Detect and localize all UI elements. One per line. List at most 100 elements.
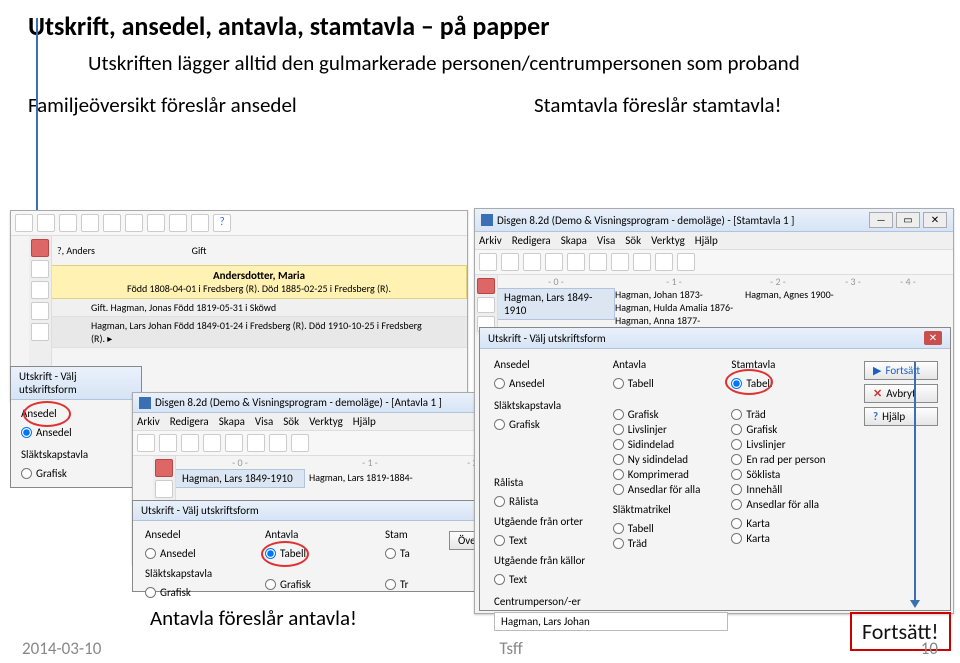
radio-trad[interactable]: Träd	[731, 408, 860, 421]
menu-visa[interactable]: Visa	[597, 234, 615, 247]
menu-verktyg[interactable]: Verktyg	[651, 234, 685, 247]
toolbar-icon[interactable]	[59, 214, 77, 232]
fortsatt-button[interactable]: ▶Fortsätt	[864, 361, 938, 380]
stamtavla-person[interactable]: Hagman, Hulda Amalia 1876-	[615, 301, 745, 314]
radio-ansedel[interactable]: Ansedel	[145, 547, 265, 560]
stamtavla-person[interactable]: Hagman, Lars 1849-1910	[497, 288, 615, 320]
minimize-button[interactable]: —	[869, 212, 893, 228]
radio-sidindelad[interactable]: Sidindelad	[613, 438, 732, 451]
radio-karta[interactable]: Karta	[731, 532, 860, 545]
proband-highlight[interactable]: Andersdotter, Maria Född 1808-04-01 i Fr…	[51, 265, 467, 299]
radio-trad[interactable]: Träd	[613, 537, 732, 550]
antavla-person[interactable]: Hagman, Lars 1819-1884-	[305, 469, 435, 486]
radio-text[interactable]: Text	[494, 534, 613, 547]
hjalp-button[interactable]: ?Hjälp	[864, 407, 938, 426]
menu-skapa[interactable]: Skapa	[561, 234, 587, 247]
toolbar-icon[interactable]	[225, 434, 243, 452]
antavla-person[interactable]: Hagman, Lars 1849-1910	[175, 469, 305, 488]
close-button[interactable]: ✕	[923, 212, 947, 228]
toolbar-icon[interactable]	[567, 253, 585, 271]
toolbar-icon[interactable]	[81, 214, 99, 232]
close-icon[interactable]	[31, 239, 49, 257]
dialog-close-button[interactable]: ✕	[924, 331, 942, 345]
toolbar-icon[interactable]	[633, 253, 651, 271]
menubar[interactable]: Arkiv Redigera Skapa Visa Sök Verktyg Hjälp	[475, 232, 953, 250]
radio-grafisk[interactable]: Grafisk	[731, 423, 860, 436]
radio-grafisk[interactable]: Grafisk	[494, 418, 613, 431]
radio-grafisk[interactable]: Grafisk	[145, 586, 265, 599]
menu-arkiv[interactable]: Arkiv	[479, 234, 502, 247]
menu-redigera[interactable]: Redigera	[170, 415, 209, 428]
radio-ansedel[interactable]: Ansedel	[21, 426, 131, 439]
radio-ansedlar-alla[interactable]: Ansedlar för alla	[731, 498, 860, 511]
menu-sok[interactable]: Sök	[625, 234, 641, 247]
toolbar-icon[interactable]	[137, 434, 155, 452]
radio-livslinjer[interactable]: Livslinjer	[731, 438, 860, 451]
radio-tabell[interactable]: Tabell	[731, 377, 860, 390]
toolbar-icon[interactable]	[169, 214, 187, 232]
toolbar-icon[interactable]	[191, 214, 209, 232]
radio-tabell[interactable]: Tabell	[613, 377, 732, 390]
radio-tabell[interactable]: Tabell	[613, 522, 732, 535]
toolbar-icon[interactable]	[125, 214, 143, 232]
toolbar-icon[interactable]	[181, 434, 199, 452]
tool-icon[interactable]	[31, 323, 49, 341]
radio-grafisk[interactable]: Grafisk	[265, 578, 385, 591]
radio-ansedlar-alla[interactable]: Ansedlar för alla	[613, 483, 732, 496]
avbryt-button[interactable]: ✕Avbryt	[864, 384, 938, 403]
radio-livslinjer[interactable]: Livslinjer	[613, 423, 732, 436]
toolbar-icon[interactable]	[291, 434, 309, 452]
toolbar-icon[interactable]	[247, 434, 265, 452]
tool-icon[interactable]	[155, 480, 173, 498]
toolbar-icon[interactable]	[103, 214, 121, 232]
toolbar-icon[interactable]	[147, 214, 165, 232]
menu-verktyg[interactable]: Verktyg	[309, 415, 343, 428]
tool-icon[interactable]	[477, 297, 495, 313]
menu-hjalp[interactable]: Hjälp	[695, 234, 718, 247]
toolbar-icon[interactable]	[523, 253, 541, 271]
stamtavla-person[interactable]: Hagman, Johan 1873-	[615, 288, 745, 301]
radio-soklista[interactable]: Söklista	[731, 468, 860, 481]
toolbar-icon[interactable]	[677, 253, 695, 271]
toolbar-icon[interactable]	[37, 214, 55, 232]
close-icon[interactable]	[155, 459, 173, 477]
stamtavla-person[interactable]: Hagman, Agnes 1900-	[745, 288, 855, 301]
radio-ta[interactable]: Ta	[385, 547, 445, 560]
toolbar-icon[interactable]	[159, 434, 177, 452]
toolbar-icon[interactable]	[501, 253, 519, 271]
radio-karta[interactable]: Karta	[731, 517, 860, 530]
radio-komprimerad[interactable]: Komprimerad	[613, 468, 732, 481]
radio-grafisk[interactable]: Grafisk	[613, 408, 732, 421]
tool-icon[interactable]	[31, 260, 49, 278]
help-icon[interactable]: ?	[213, 214, 231, 232]
toolbar-icon[interactable]	[269, 434, 287, 452]
menu-hjalp[interactable]: Hjälp	[353, 415, 376, 428]
radio-innehall[interactable]: Innehåll	[731, 483, 860, 496]
toolbar-icon[interactable]	[655, 253, 673, 271]
stamtavla-person[interactable]: Hagman, Anna 1877-	[615, 314, 745, 327]
menu-redigera[interactable]: Redigera	[512, 234, 551, 247]
radio-text[interactable]: Text	[494, 573, 613, 586]
maximize-button[interactable]: ▭	[896, 212, 920, 228]
toolbar-icon[interactable]	[545, 253, 563, 271]
radio-tabell[interactable]: Tabell	[265, 547, 385, 560]
menu-skapa[interactable]: Skapa	[219, 415, 245, 428]
close-icon[interactable]	[477, 278, 495, 294]
person-father[interactable]: ?, Anders	[57, 244, 192, 257]
radio-ralista[interactable]: Rålista	[494, 495, 613, 508]
radio-tr[interactable]: Tr	[385, 578, 445, 591]
menu-arkiv[interactable]: Arkiv	[137, 415, 160, 428]
family-row[interactable]: Gift. Hagman, Jonas Född 1819-05-31 i Sk…	[51, 299, 467, 317]
menu-visa[interactable]: Visa	[255, 415, 273, 428]
radio-ny-sidindelad[interactable]: Ny sidindelad	[613, 453, 732, 466]
tool-icon[interactable]	[31, 281, 49, 299]
radio-ansedel[interactable]: Ansedel	[494, 377, 613, 390]
toolbar-icon[interactable]	[589, 253, 607, 271]
tool-icon[interactable]	[31, 302, 49, 320]
toolbar-icon[interactable]	[611, 253, 629, 271]
toolbar-icon[interactable]	[203, 434, 221, 452]
radio-en-rad[interactable]: En rad per person	[731, 453, 860, 466]
toolbar-icon[interactable]	[15, 214, 33, 232]
toolbar-icon[interactable]	[479, 253, 497, 271]
menu-sok[interactable]: Sök	[283, 415, 299, 428]
